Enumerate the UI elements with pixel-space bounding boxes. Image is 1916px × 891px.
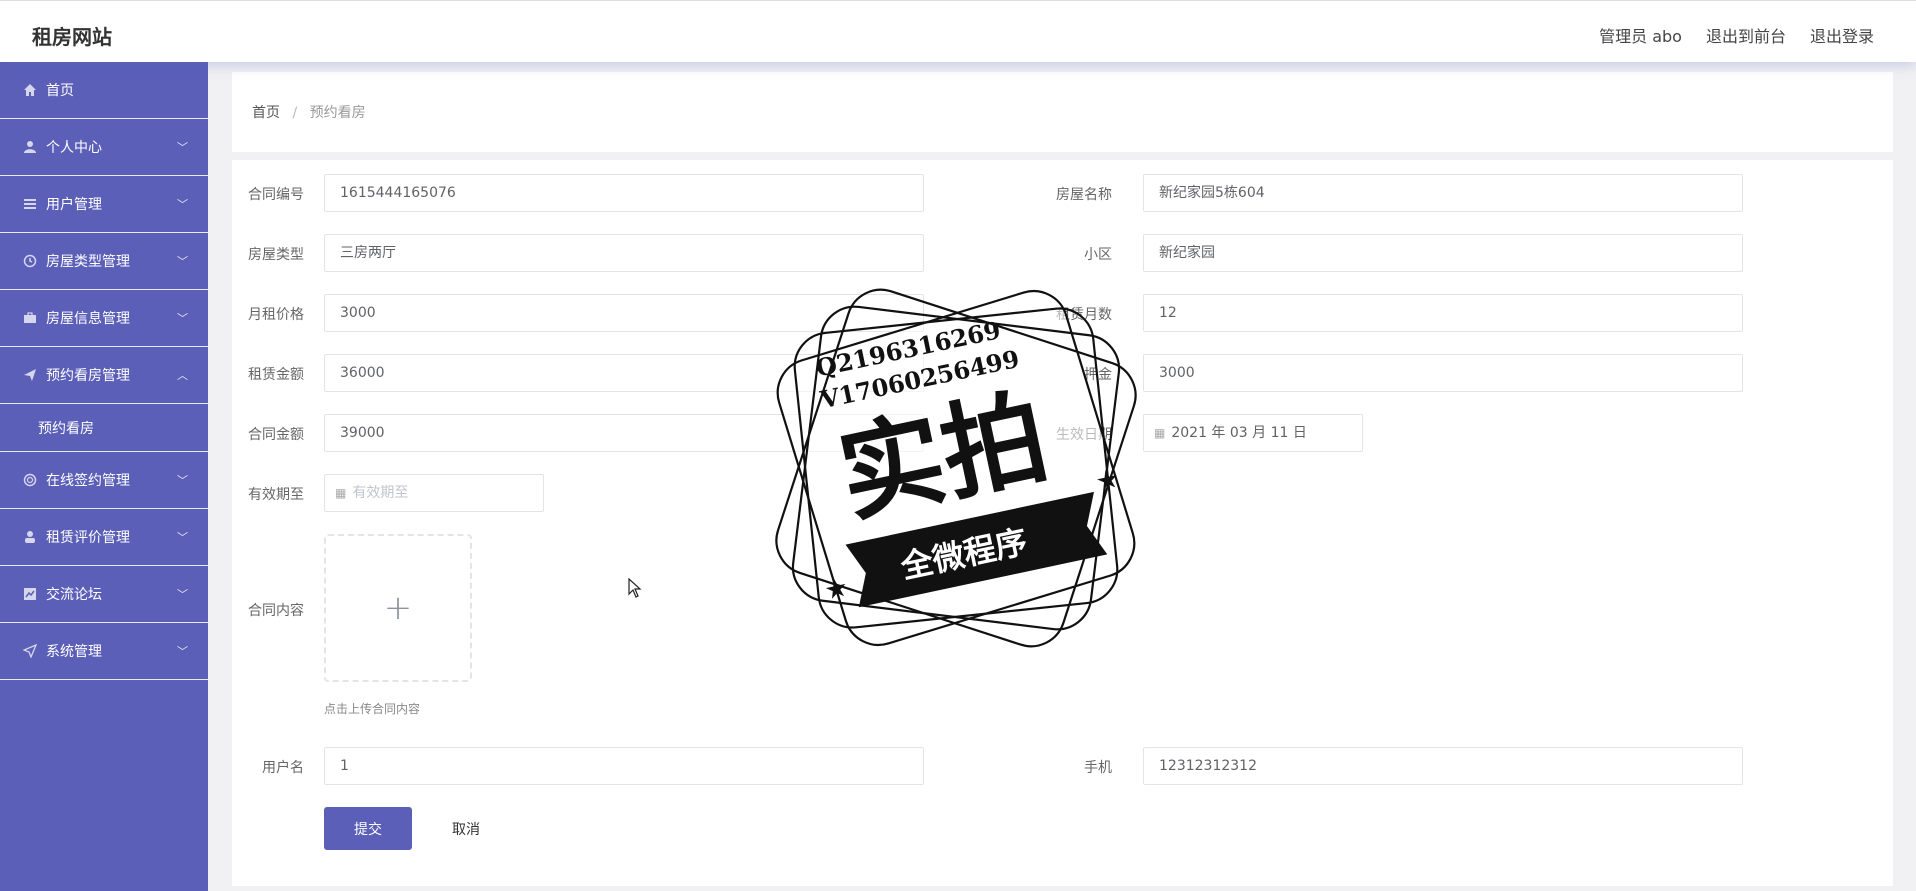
lease-amount-field[interactable]: 36000 (324, 354, 924, 392)
header-links: 管理员 abo 退出到前台 退出登录 (1599, 23, 1874, 47)
sidebar-item-label: 房屋信息管理 (46, 311, 130, 327)
lease-months-label: 租赁月数 (1056, 307, 1112, 323)
sidebar-item-lease-review-management[interactable]: 租赁评价管理 ﹀ (0, 509, 208, 566)
clock-icon (22, 253, 38, 269)
chart-icon (22, 586, 38, 602)
chevron-down-icon: ﹀ (177, 312, 188, 325)
sidebar: 首页 个人中心 ﹀ 用户管理 ﹀ 房屋类型管理 ﹀ 房屋信息管理 ﹀ 预约看房管… (0, 62, 208, 891)
chevron-down-icon: ﹀ (177, 645, 188, 658)
monthly-rent-field[interactable]: 3000 (324, 294, 924, 332)
sidebar-item-personal-center[interactable]: 个人中心 ﹀ (0, 119, 208, 176)
house-type-label: 房屋类型 (248, 247, 304, 263)
logout-link[interactable]: 退出登录 (1810, 23, 1874, 47)
breadcrumb: 首页 / 预约看房 (252, 102, 366, 122)
sidebar-item-online-signing-management[interactable]: 在线签约管理 ﹀ (0, 452, 208, 509)
sidebar-item-label: 个人中心 (46, 140, 102, 156)
navigation-icon (22, 643, 38, 659)
community-field[interactable]: 新纪家园 (1143, 234, 1743, 272)
effective-date-label: 生效日期 (1056, 427, 1112, 443)
person-icon (22, 529, 38, 545)
deposit-label: 押金 (1084, 367, 1112, 383)
breadcrumb-home[interactable]: 首页 (252, 105, 280, 121)
lease-amount-label: 租赁金额 (248, 367, 304, 383)
sidebar-item-label: 交流论坛 (46, 587, 102, 603)
sidebar-item-viewing-appointment-management[interactable]: 预约看房管理 ︿ (0, 347, 208, 404)
cancel-button[interactable]: 取消 (440, 807, 492, 850)
site-brand: 租房网站 (32, 25, 112, 49)
breadcrumb-current: 预约看房 (309, 105, 366, 121)
contract-content-label: 合同内容 (248, 603, 304, 619)
valid-until-label: 有效期至 (248, 487, 304, 503)
effective-date-picker[interactable]: ▦ 2021 年 03 月 11 日 (1143, 414, 1363, 452)
user-icon (22, 139, 38, 155)
username-field[interactable]: 1 (324, 747, 924, 785)
back-to-frontend-link[interactable]: 退出到前台 (1706, 23, 1786, 47)
valid-until-placeholder: 有效期至 (352, 485, 409, 501)
chevron-up-icon: ︿ (177, 369, 188, 382)
sidebar-item-house-info-management[interactable]: 房屋信息管理 ﹀ (0, 290, 208, 347)
sidebar-item-label: 房屋类型管理 (46, 254, 130, 270)
sidebar-item-label: 预约看房管理 (46, 368, 130, 384)
house-name-label: 房屋名称 (1056, 187, 1112, 203)
sidebar-item-label: 租赁评价管理 (46, 530, 130, 546)
top-bar: 租房网站 管理员 abo 退出到前台 退出登录 (0, 0, 1916, 62)
sidebar-item-label: 系统管理 (46, 644, 102, 660)
sidebar-item-label: 首页 (46, 83, 74, 99)
contract-no-label: 合同编号 (248, 187, 304, 203)
sidebar-item-label: 用户管理 (46, 197, 102, 213)
effective-date-value: 2021 年 03 月 11 日 (1171, 425, 1307, 441)
contract-amount-label: 合同金额 (248, 427, 304, 443)
sidebar-subitem-label: 预约看房 (38, 420, 94, 437)
sidebar-item-system-management[interactable]: 系统管理 ﹀ (0, 623, 208, 680)
sidebar-item-home[interactable]: 首页 (0, 62, 208, 119)
circle-icon (22, 472, 38, 488)
send-icon (22, 367, 38, 383)
chevron-down-icon: ﹀ (177, 474, 188, 487)
lease-months-field[interactable]: 12 (1143, 294, 1743, 332)
contract-no-field[interactable]: 1615444165076 (324, 174, 924, 212)
submit-button[interactable]: 提交 (324, 807, 412, 850)
username-label: 用户名 (262, 760, 304, 776)
chevron-down-icon: ﹀ (177, 141, 188, 154)
sidebar-item-house-type-management[interactable]: 房屋类型管理 ﹀ (0, 233, 208, 290)
phone-field[interactable]: 12312312312 (1143, 747, 1743, 785)
monthly-rent-label: 月租价格 (248, 307, 304, 323)
chevron-down-icon: ﹀ (177, 531, 188, 544)
plus-icon: + (383, 588, 413, 628)
list-icon (22, 196, 38, 212)
house-name-field[interactable]: 新纪家园5栋604 (1143, 174, 1743, 212)
admin-user-link[interactable]: 管理员 abo (1599, 23, 1682, 47)
sidebar-item-forum[interactable]: 交流论坛 ﹀ (0, 566, 208, 623)
house-type-field[interactable]: 三房两厅 (324, 234, 924, 272)
contract-upload-box[interactable]: + (324, 534, 472, 682)
calendar-icon: ▦ (335, 486, 347, 500)
sidebar-item-user-management[interactable]: 用户管理 ﹀ (0, 176, 208, 233)
community-label: 小区 (1084, 247, 1112, 263)
breadcrumb-separator: / (292, 105, 298, 121)
home-icon (22, 82, 38, 98)
chevron-down-icon: ﹀ (177, 588, 188, 601)
contract-amount-field[interactable]: 39000 (324, 414, 924, 452)
briefcase-icon (22, 310, 38, 326)
upload-hint: 点击上传合同内容 (324, 702, 421, 716)
valid-until-picker[interactable]: ▦ 有效期至 (324, 474, 544, 512)
breadcrumb-card: 首页 / 预约看房 (232, 72, 1893, 152)
chevron-down-icon: ﹀ (177, 255, 188, 268)
form-card: 合同编号 1615444165076 房屋名称 新纪家园5栋604 房屋类型 三… (232, 160, 1893, 886)
sidebar-subitem-viewing-appointment[interactable]: 预约看房 (0, 404, 208, 452)
mouse-cursor-icon (628, 578, 642, 598)
sidebar-item-label: 在线签约管理 (46, 473, 130, 489)
phone-label: 手机 (1084, 760, 1112, 776)
chevron-down-icon: ﹀ (177, 198, 188, 211)
deposit-field[interactable]: 3000 (1143, 354, 1743, 392)
calendar-icon: ▦ (1154, 426, 1166, 440)
